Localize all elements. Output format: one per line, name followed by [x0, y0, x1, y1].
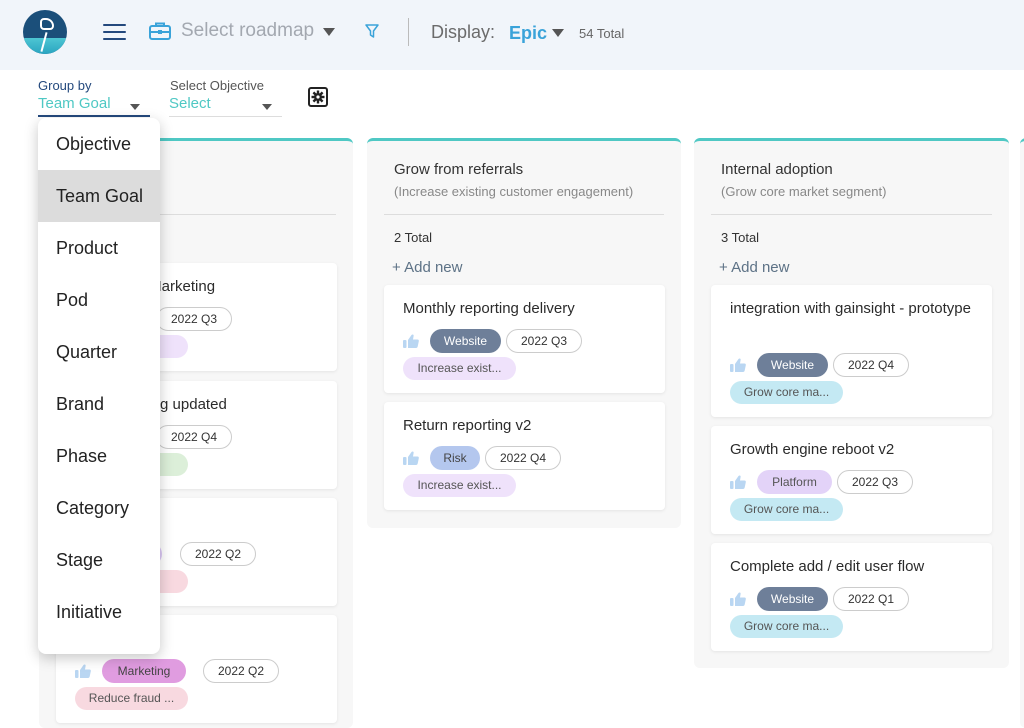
goal-tag[interactable]: Increase exist... [403, 474, 516, 497]
card-title: Monthly reporting delivery [403, 300, 575, 317]
column-title: Grow from referrals [394, 161, 524, 178]
card-title: Growth engine reboot v2 [730, 441, 895, 458]
menu-item-quarter[interactable]: Quarter [38, 326, 160, 378]
card-title: integration with gainsight - prototype [730, 300, 971, 317]
quarter-badge: 2022 Q4 [833, 353, 910, 377]
settings-button[interactable] [308, 87, 328, 107]
card-title: Complete add / edit user flow [730, 558, 925, 575]
category-tag[interactable]: Website [757, 587, 828, 611]
objective-value: Select [169, 95, 211, 112]
add-new-button[interactable]: + Add new [719, 259, 789, 276]
quarter-badge: 2022 Q1 [833, 587, 910, 611]
thumbs-up-icon[interactable] [403, 451, 419, 465]
column-subtitle: (Grow core market segment) [721, 184, 887, 199]
chevron-down-icon[interactable] [323, 28, 335, 36]
column-count: 3 Total [721, 230, 760, 245]
display-select[interactable]: Epic [509, 23, 547, 44]
quarter-badge: 2022 Q3 [506, 329, 583, 353]
menu-item-pod[interactable]: Pod [38, 274, 160, 326]
group-by-menu: Objective Team Goal Product Pod Quarter Brand… [38, 118, 160, 654]
total-count: 54 Total [579, 26, 625, 41]
menu-item-team-goal[interactable]: Team Goal [38, 170, 160, 222]
column-divider [711, 214, 992, 215]
quarter-badge: 2022 Q3 [156, 307, 233, 331]
display-label: Display: [431, 22, 496, 42]
goal-tag[interactable]: Grow core ma... [730, 615, 843, 638]
quarter-badge: 2022 Q3 [837, 470, 914, 494]
menu-icon[interactable] [103, 24, 126, 40]
menu-item-stage[interactable]: Stage [38, 534, 160, 586]
epic-card[interactable]: Complete add / edit user flow Website 2022… [711, 543, 992, 651]
goal-tag[interactable]: Grow core ma... [730, 381, 843, 404]
group-by-label: Group by [38, 78, 92, 93]
app-logo[interactable] [23, 10, 67, 54]
filter-icon[interactable] [364, 23, 380, 39]
chevron-down-icon[interactable] [552, 29, 564, 37]
column-title: Internal adoption [721, 161, 833, 178]
board-column: Internal adoption (Grow core market segme… [694, 138, 1009, 668]
column-count: 2 Total [394, 230, 433, 245]
top-bar: Select roadmap Display: Epic 54 Total [0, 0, 1024, 70]
thumbs-up-icon[interactable] [403, 334, 419, 348]
epic-card[interactable]: Growth engine reboot v2 Platform 2022 Q3 Gr… [711, 426, 992, 534]
logo-dragon-head [40, 18, 54, 30]
menu-item-phase[interactable]: Phase [38, 430, 160, 482]
objective-select[interactable]: Select [169, 95, 282, 117]
menu-item-objective[interactable]: Objective [38, 118, 160, 170]
briefcase-icon [149, 22, 171, 40]
epic-card[interactable]: Monthly reporting delivery Website 2022 Q3… [384, 285, 665, 393]
epic-card[interactable]: Return reporting v2 Risk 2022 Q4 Increase e… [384, 402, 665, 510]
gear-icon [311, 90, 325, 104]
column-divider [384, 214, 664, 215]
group-by-value: Team Goal [38, 95, 111, 112]
category-tag[interactable]: Website [757, 353, 828, 377]
menu-item-product[interactable]: Product [38, 222, 160, 274]
board-column: Grow from referrals (Increase existing cu… [367, 138, 681, 528]
quarter-badge: 2022 Q2 [203, 659, 280, 683]
board-column-partial [1020, 138, 1024, 728]
add-new-button[interactable]: + Add new [392, 259, 462, 276]
quarter-badge: 2022 Q4 [485, 446, 562, 470]
chevron-down-icon [130, 104, 140, 110]
objective-label: Select Objective [170, 78, 264, 93]
roadmap-select[interactable]: Select roadmap [181, 20, 314, 42]
quarter-badge: 2022 Q2 [180, 542, 257, 566]
category-tag[interactable]: Risk [430, 446, 480, 470]
chevron-down-icon [262, 104, 272, 110]
epic-card[interactable]: integration with gainsight - prototype We… [711, 285, 992, 417]
category-tag[interactable]: Platform [757, 470, 832, 494]
thumbs-up-icon[interactable] [730, 358, 746, 372]
menu-item-category[interactable]: Category [38, 482, 160, 534]
thumbs-up-icon[interactable] [75, 664, 91, 678]
quarter-badge: 2022 Q4 [156, 425, 233, 449]
goal-tag[interactable]: Increase exist... [403, 357, 516, 380]
menu-item-brand[interactable]: Brand [38, 378, 160, 430]
group-by-select[interactable]: Team Goal [38, 95, 150, 117]
thumbs-up-icon[interactable] [730, 592, 746, 606]
category-tag[interactable]: Website [430, 329, 501, 353]
goal-tag[interactable]: Grow core ma... [730, 498, 843, 521]
divider [408, 18, 409, 46]
card-title: Return reporting v2 [403, 417, 532, 434]
menu-item-initiative[interactable]: Initiative [38, 586, 160, 638]
column-subtitle: (Increase existing customer engagement) [394, 184, 634, 199]
goal-tag[interactable]: Reduce fraud ... [75, 687, 188, 710]
category-tag[interactable]: Marketing [102, 659, 186, 683]
thumbs-up-icon[interactable] [730, 475, 746, 489]
